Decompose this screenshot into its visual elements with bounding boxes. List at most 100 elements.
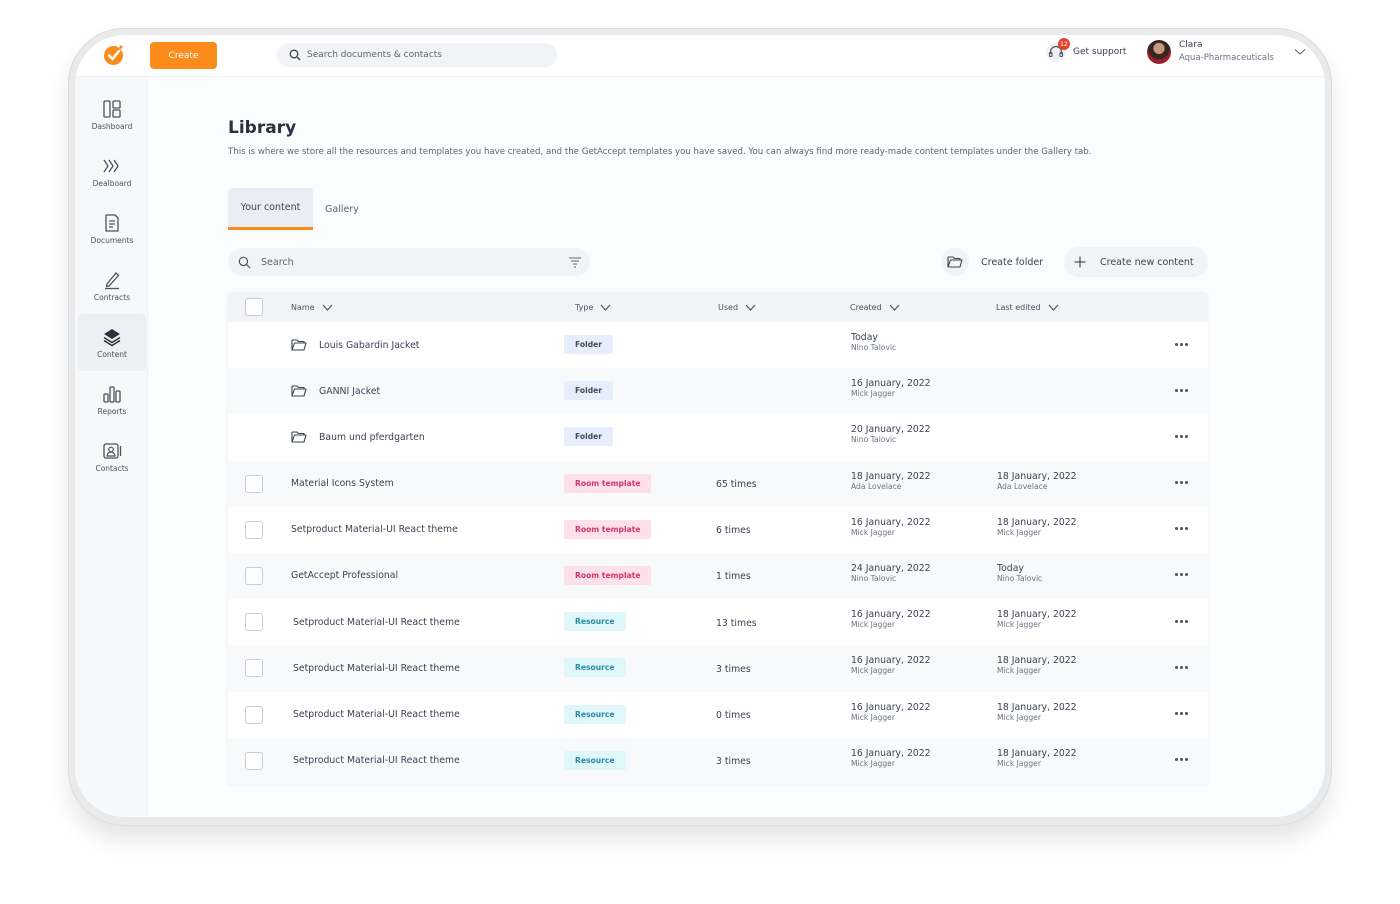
- created-cell: 16 January, 2022 Mick Jagger: [851, 517, 931, 537]
- table-row[interactable]: Setproduct Material-UI React theme Room t…: [228, 507, 1208, 553]
- table-row[interactable]: GetAccept Professional Room template 1 tim…: [228, 552, 1208, 600]
- item-name: GANNI Jacket: [319, 385, 381, 397]
- row-checkbox[interactable]: [245, 474, 263, 493]
- row-checkbox[interactable]: [245, 705, 263, 724]
- created-date: 16 January, 2022: [851, 378, 931, 390]
- folder-icon: [947, 256, 963, 268]
- table-row[interactable]: Setproduct Material-UI React theme Resour…: [228, 692, 1208, 738]
- global-search-placeholder: Search documents & contacts: [307, 50, 442, 60]
- sidebar-item-label: Dealboard: [92, 178, 132, 188]
- table-header: Name Type Used Created Last edited: [228, 292, 1208, 322]
- row-checkbox[interactable]: [245, 613, 263, 632]
- sidebar-item-contracts[interactable]: Contracts: [78, 257, 146, 314]
- sidebar-item-dealboard[interactable]: Dealboard: [78, 143, 146, 200]
- created-date: 16 January, 2022: [851, 655, 931, 667]
- more-options-icon[interactable]: [1171, 476, 1191, 490]
- pen-icon: [105, 271, 120, 289]
- contact-card-icon: [103, 442, 122, 459]
- create-new-content-button[interactable]: Create new content: [1064, 247, 1208, 277]
- more-options-icon[interactable]: [1171, 337, 1191, 351]
- sidebar-item-dashboard[interactable]: Dashboard: [78, 86, 146, 143]
- sidebar-item-contacts[interactable]: Contacts: [78, 428, 146, 485]
- user-menu[interactable]: Clara Aqua-Pharmaceuticals: [1147, 39, 1306, 65]
- row-checkbox[interactable]: [245, 520, 263, 539]
- created-by: Mick Jagger: [851, 666, 895, 676]
- device-frame: Create Search documents & contacts 12 Ge…: [68, 28, 1332, 826]
- name-cell[interactable]: Setproduct Material-UI React theme: [291, 507, 458, 553]
- column-header-last-edited[interactable]: Last edited: [996, 292, 1059, 322]
- item-name: Setproduct Material-UI React theme: [293, 616, 460, 628]
- layers-icon: [103, 328, 121, 346]
- row-checkbox[interactable]: [245, 751, 263, 770]
- filter-icon[interactable]: [568, 256, 582, 268]
- more-options-icon[interactable]: [1171, 429, 1191, 443]
- global-search-input[interactable]: Search documents & contacts: [277, 43, 557, 67]
- name-cell[interactable]: Setproduct Material-UI React theme: [293, 738, 460, 784]
- name-cell[interactable]: Setproduct Material-UI React theme: [293, 599, 460, 645]
- column-header-used[interactable]: Used: [718, 292, 756, 322]
- created-date: 16 January, 2022: [851, 701, 931, 713]
- created-by: Nino Talovic: [851, 343, 897, 352]
- sidebar-item-label: Contracts: [93, 292, 131, 302]
- column-header-created[interactable]: Created: [850, 292, 900, 322]
- more-options-icon[interactable]: [1171, 660, 1191, 674]
- tab-gallery[interactable]: Gallery: [313, 188, 371, 230]
- more-options-icon[interactable]: [1171, 753, 1191, 767]
- sidebar-item-reports[interactable]: Reports: [78, 371, 146, 428]
- table-row[interactable]: Louis Gabardin Jacket Folder Today Nino Tal…: [228, 322, 1208, 368]
- top-bar: Create Search documents & contacts 12 Ge…: [75, 35, 1325, 77]
- used-count: 1 times: [716, 571, 751, 583]
- name-cell[interactable]: Setproduct Material-UI React theme: [293, 645, 460, 691]
- sidebar-item-documents[interactable]: Documents: [78, 200, 146, 257]
- more-options-icon[interactable]: [1171, 383, 1191, 397]
- name-cell[interactable]: Baum und pferdgarten: [291, 414, 425, 460]
- created-date: 20 January, 2022: [851, 424, 931, 436]
- library-search-input[interactable]: Search: [228, 248, 590, 276]
- item-name: Setproduct Material-UI React theme: [293, 709, 460, 720]
- created-by: Mick Jagger: [851, 712, 895, 722]
- table-row[interactable]: GANNI Jacket Folder 16 January, 2022 Mick J…: [228, 368, 1208, 415]
- more-options-icon[interactable]: [1171, 568, 1191, 582]
- name-cell[interactable]: Setproduct Material-UI React theme: [293, 692, 460, 738]
- type-badge: Resource: [564, 704, 626, 724]
- column-header-type[interactable]: Type: [575, 292, 611, 322]
- more-options-icon[interactable]: [1171, 707, 1191, 721]
- type-badge: Resource: [564, 658, 626, 678]
- name-cell[interactable]: Material Icons System: [291, 461, 394, 507]
- sidebar-item-content[interactable]: Content: [78, 314, 146, 371]
- edited-date: 18 January, 2022: [997, 655, 1077, 667]
- created-by: Nino Talovic: [851, 573, 897, 583]
- name-cell[interactable]: GetAccept Professional: [291, 553, 398, 599]
- last-edited-cell: 18 January, 2022 Mick Jagger: [997, 655, 1077, 675]
- create-button[interactable]: Create: [150, 42, 217, 69]
- select-all-checkbox[interactable]: [245, 298, 263, 316]
- edited-date: 18 January, 2022: [997, 609, 1077, 621]
- more-options-icon[interactable]: [1171, 522, 1191, 536]
- table-row[interactable]: Material Icons System Room template 65 tim…: [228, 460, 1208, 507]
- created-date: 24 January, 2022: [851, 562, 931, 574]
- last-edited-cell: 18 January, 2022 Mick Jagger: [997, 609, 1077, 629]
- table-row[interactable]: Setproduct Material-UI React theme Resour…: [228, 599, 1208, 645]
- name-cell[interactable]: GANNI Jacket: [291, 368, 380, 414]
- row-checkbox[interactable]: [245, 659, 263, 678]
- edited-date: 18 January, 2022: [997, 516, 1077, 528]
- tab-your-content[interactable]: Your content: [228, 188, 313, 230]
- get-support-button[interactable]: 12 Get support: [1045, 38, 1126, 63]
- sidebar-item-label: Dashboard: [91, 121, 133, 131]
- create-folder-button[interactable]: Create folder: [941, 247, 1043, 277]
- column-header-name[interactable]: Name: [291, 292, 333, 322]
- name-cell[interactable]: Louis Gabardin Jacket: [291, 322, 419, 368]
- chevron-down-icon[interactable]: [1294, 48, 1306, 56]
- getaccept-logo-icon[interactable]: [103, 44, 125, 66]
- used-count: 13 times: [716, 617, 757, 629]
- sidebar-item-label: Contacts: [95, 463, 129, 473]
- edited-by: Mick Jagger: [997, 527, 1041, 537]
- row-checkbox[interactable]: [245, 566, 263, 585]
- item-name: Setproduct Material-UI React theme: [293, 755, 460, 767]
- more-options-icon[interactable]: [1171, 614, 1191, 628]
- search-icon: [238, 256, 251, 268]
- table-row[interactable]: Baum und pferdgarten Folder 20 January, 20…: [228, 414, 1208, 460]
- table-row[interactable]: Setproduct Material-UI React theme Resour…: [228, 737, 1208, 784]
- table-row[interactable]: Setproduct Material-UI React theme Resour…: [228, 645, 1208, 692]
- last-edited-cell: 18 January, 2022 Mick Jagger: [997, 702, 1077, 722]
